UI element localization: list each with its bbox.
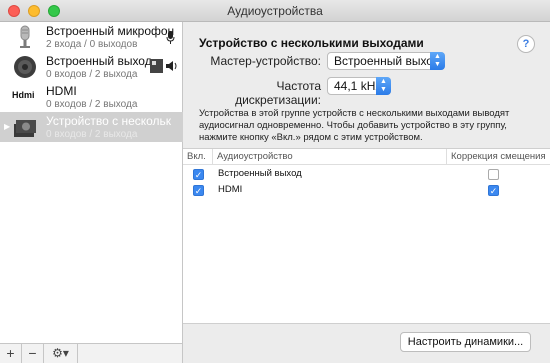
hdmi-icon: Hdmi (12, 90, 35, 100)
sample-rate-label: Частота дискретизации: (235, 79, 321, 107)
gear-menu-button[interactable]: ⚙▾ (44, 344, 78, 363)
microphone-icon (20, 25, 30, 48)
window-title: Аудиоустройства (227, 4, 323, 18)
title-bar: Аудиоустройства (0, 0, 550, 22)
device-item-hdmi[interactable]: Hdmi HDMI 0 входов / 2 выхода (0, 82, 183, 112)
help-button[interactable]: ? (517, 35, 535, 53)
column-header-enabled[interactable]: Вкл. (183, 149, 213, 165)
master-device-value: Встроенный выход (334, 54, 440, 68)
device-table: Вкл. Аудиоустройство Коррекция смещения … (183, 148, 550, 324)
table-row: ✓ Встроенный выход (183, 166, 550, 182)
table-row: ✓ HDMI ✓ (183, 182, 550, 198)
remove-device-button[interactable]: − (22, 344, 44, 363)
sidebar-toolbar: + − ⚙▾ (0, 343, 183, 363)
master-device-label: Мастер-устройство: (210, 54, 321, 68)
column-header-drift[interactable]: Коррекция смещения (447, 149, 550, 165)
speaker-icon (14, 56, 36, 78)
drift-correction-checkbox[interactable]: ✓ (488, 185, 499, 196)
device-channels: 0 входов / 2 выхода (46, 99, 138, 110)
device-channels: 0 входов / 2 выхода (46, 69, 138, 80)
microphone-small-icon (166, 31, 175, 44)
device-channels: 0 входов / 2 выхода (46, 129, 138, 140)
device-item-builtin-output[interactable]: Встроенный выход 0 входов / 2 выхода (0, 52, 183, 82)
enable-checkbox[interactable]: ✓ (193, 169, 204, 180)
multi-output-icon (14, 120, 36, 137)
device-cell: Встроенный выход (218, 168, 302, 179)
group-description: Устройства в этой группе устройств с нес… (199, 108, 510, 143)
column-header-device[interactable]: Аудиоустройство (213, 149, 447, 165)
enable-checkbox[interactable]: ✓ (193, 185, 204, 196)
device-item-multi-output[interactable]: ▶ Устройство с нескольк 0 входов / 2 вых… (0, 112, 183, 142)
device-name: Встроенный микрофон (46, 24, 175, 38)
audio-devices-window: Аудиоустройства Встроенный микрофон 2 вх… (0, 0, 550, 363)
popup-arrows-icon: ▲ ▼ (430, 52, 445, 70)
device-list: Встроенный микрофон 2 входа / 0 выходов … (0, 22, 183, 343)
disclosure-triangle-icon[interactable]: ▶ (4, 122, 10, 131)
master-device-popup[interactable]: Встроенный выход ▲ ▼ (327, 52, 445, 70)
device-cell: HDMI (218, 184, 243, 195)
device-name: Устройство с нескольк (46, 114, 172, 128)
speaker-volume-icon (150, 59, 177, 73)
sample-rate-popup[interactable]: 44,1 kHz ▲ ▼ (327, 77, 391, 95)
drift-correction-checkbox[interactable] (488, 169, 499, 180)
device-channels: 2 входа / 0 выходов (46, 39, 138, 50)
add-device-button[interactable]: + (0, 344, 22, 363)
device-item-builtin-mic[interactable]: Встроенный микрофон 2 входа / 0 выходов (0, 22, 183, 52)
configure-speakers-button[interactable]: Настроить динамики... (400, 332, 531, 352)
popup-arrows-icon: ▲ ▼ (376, 77, 391, 95)
sample-rate-value: 44,1 kHz (334, 79, 382, 93)
device-title: Устройство с несколькими выходами (199, 36, 424, 50)
svg-text:Hdmi: Hdmi (12, 90, 35, 100)
device-name: HDMI (46, 84, 77, 98)
